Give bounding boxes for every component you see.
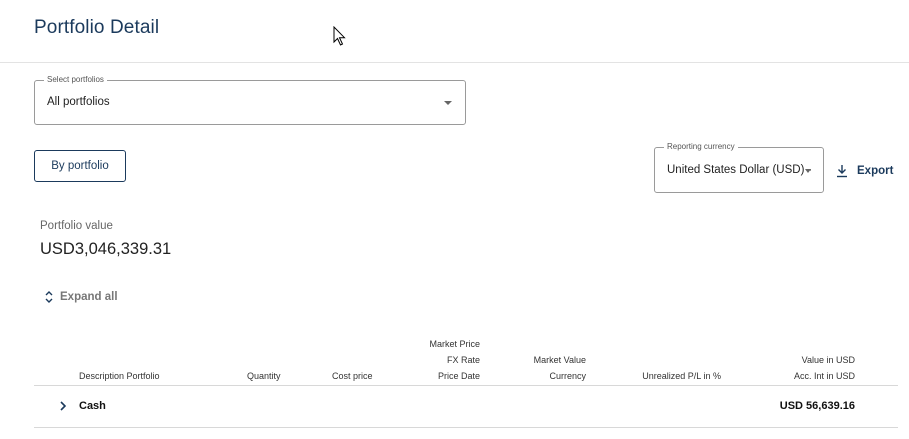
export-label: Export xyxy=(857,165,894,177)
page-title: Portfolio Detail xyxy=(34,17,160,38)
holdings-table: Description Portfolio Quantity Cost pric… xyxy=(34,330,898,428)
chevron-down-icon xyxy=(805,169,811,173)
expand-all-label: Expand all xyxy=(60,291,118,303)
portfolio-select[interactable]: Select portfolios All portfolios xyxy=(34,74,466,125)
column-value-usd: Value in USD Acc. Int in USD xyxy=(794,352,855,384)
column-market-price-line3: Price Date xyxy=(437,371,480,381)
portfolio-value-label: Portfolio value xyxy=(40,220,113,232)
column-unrealized: Unrealized P/L in % xyxy=(642,371,721,381)
portfolio-select-label: Select portfolios xyxy=(44,74,107,86)
column-market-price-line2: FX Rate xyxy=(446,355,480,365)
column-market-price: Market Price FX Rate Price Date xyxy=(429,336,480,384)
column-quantity: Quantity xyxy=(247,371,281,381)
column-market-price-line1: Market Price xyxy=(429,339,480,349)
column-market-value: Market Value Currency xyxy=(534,352,586,384)
reporting-currency-select[interactable]: Reporting currency United States Dollar … xyxy=(654,141,824,193)
mouse-cursor-icon xyxy=(333,26,346,46)
column-value-usd-line2: Acc. Int in USD xyxy=(793,371,855,381)
column-market-value-line1: Market Value xyxy=(533,355,586,365)
expand-all-button[interactable]: Expand all xyxy=(44,289,118,305)
row-label: Cash xyxy=(79,400,106,412)
by-portfolio-button[interactable]: By portfolio xyxy=(34,150,126,182)
portfolio-value: USD3,046,339.31 xyxy=(40,240,172,258)
page-header: Portfolio Detail xyxy=(0,0,909,63)
download-icon xyxy=(837,165,847,178)
chevron-right-icon[interactable] xyxy=(58,399,68,413)
column-cost-price: Cost price xyxy=(332,371,373,381)
row-value: USD 56,639.16 xyxy=(779,400,855,412)
column-description: Description Portfolio xyxy=(79,371,160,381)
reporting-currency-value: United States Dollar (USD) - xyxy=(667,164,812,176)
column-value-usd-line1: Value in USD xyxy=(801,355,855,365)
portfolio-select-value: All portfolios xyxy=(47,96,110,108)
expand-collapse-icon xyxy=(45,291,53,303)
chevron-down-icon xyxy=(444,101,452,105)
table-row[interactable]: Cash USD 56,639.16 xyxy=(34,386,898,428)
reporting-currency-label: Reporting currency xyxy=(664,141,738,153)
column-market-value-line2: Currency xyxy=(549,371,586,381)
table-header: Description Portfolio Quantity Cost pric… xyxy=(34,330,898,386)
export-button[interactable]: Export xyxy=(836,163,893,179)
